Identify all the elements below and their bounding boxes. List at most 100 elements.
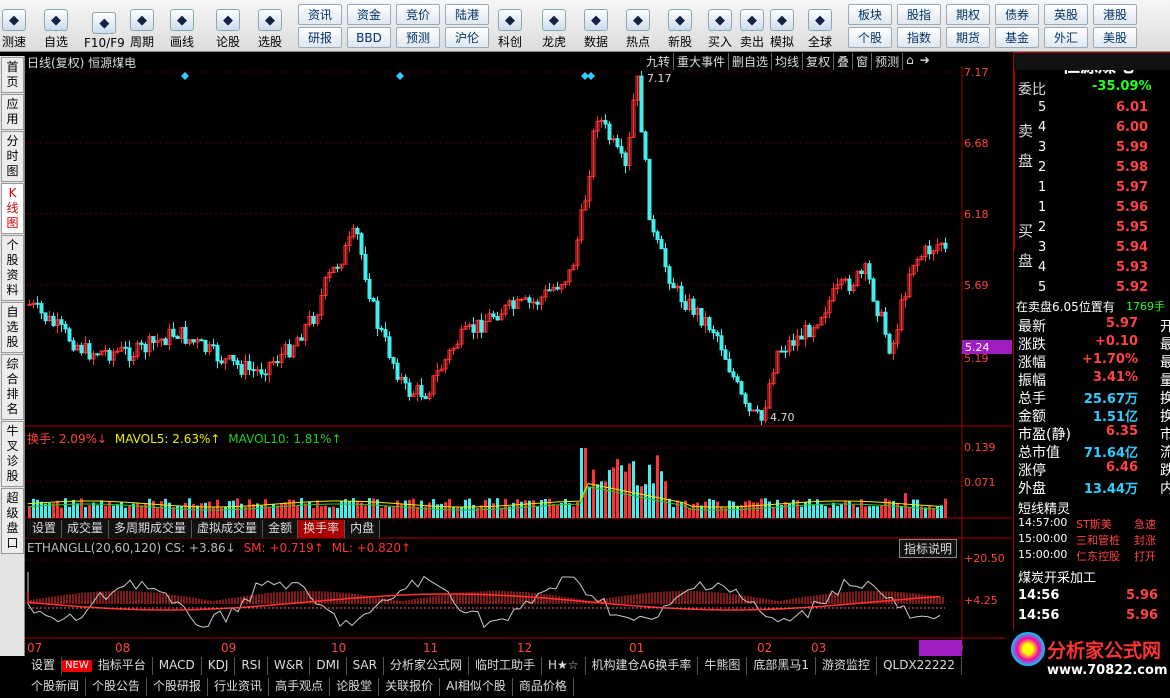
toolbar-14[interactable]: ◆ 模拟 [770, 2, 794, 50]
indicator-tab-1[interactable]: 成交量 [62, 520, 110, 538]
toolbar-btn-btns_d-0[interactable]: 个股 [848, 27, 892, 48]
toolbar-4[interactable]: ◆ 画线 [170, 2, 194, 50]
indicator-tab-6[interactable]: 内盘 [345, 520, 381, 538]
toolbar-3[interactable]: ◆ 周期 [130, 2, 154, 50]
toolbar-15[interactable]: ◆ 全球 [808, 2, 832, 50]
toolbar-btn-btns_c-2[interactable]: 期权 [946, 4, 990, 25]
toolbar-btn-btns_a-2[interactable]: 竞价 [396, 4, 440, 25]
new-badge[interactable]: NEW [62, 660, 92, 672]
indicator-tab-3[interactable]: 虚拟成交量 [192, 520, 264, 538]
left-tab-6[interactable]: 综合排名 [1, 354, 24, 420]
toolbar-btn-btns_b-1[interactable]: BBD [347, 27, 391, 48]
indicator-bar-item[interactable]: 分析家公式网 [384, 657, 469, 675]
volume-bar [328, 507, 331, 518]
toolbar-btn-btns_d-4[interactable]: 外汇 [1044, 27, 1088, 48]
left-tab-0[interactable]: 首页 [1, 57, 24, 93]
toolbar-btn-btns_d-1[interactable]: 指数 [897, 27, 941, 48]
indicator-bar-item[interactable]: QLDX22222 [877, 657, 962, 675]
toolbar-btn-btns_b-3[interactable]: 沪伦 [445, 27, 489, 48]
indicator-bar-item[interactable]: MACD [153, 657, 202, 675]
volume-bar [144, 503, 147, 518]
toolbar-btn-btns_d-3[interactable]: 基金 [995, 27, 1039, 48]
left-tab-7[interactable]: 牛叉诊股 [1, 421, 24, 487]
indicator-tab-5[interactable]: 换手率 [298, 520, 346, 538]
toolbar-10[interactable]: ◆ 热点 [626, 2, 650, 50]
kline-chart[interactable]: 日线(复权) 恒源煤电 九转 重大事件 删自选 均线 复权叠窗预测 ⌂ ➔ 7.17 6.68… [25, 52, 1012, 657]
indicator-bar-item[interactable]: 机构建仓A6换手率 [586, 657, 699, 675]
indicator-bar-item[interactable]: 游资监控 [816, 657, 878, 675]
indicator-bar-item[interactable]: KDJ [202, 657, 236, 675]
toolbar-0[interactable]: ◆ 测速 [2, 2, 26, 50]
toolbar-label: 数据 [584, 35, 609, 49]
toolbar-btn-btns_c-0[interactable]: 板块 [848, 4, 892, 25]
toolbar-2[interactable]: ◆ F10/F9 [84, 2, 125, 50]
toolbar-btn-btns_c-3[interactable]: 债券 [995, 4, 1039, 25]
toolbar-6[interactable]: ◆ 选股 [258, 2, 282, 50]
buy-price: 5.93 [1116, 260, 1149, 275]
indicator-tab-0[interactable]: 设置 [27, 520, 63, 538]
left-tab-8[interactable]: 超级盘口 [1, 488, 24, 554]
indicator-tab-2[interactable]: 多周期成交量 [109, 520, 193, 538]
left-tab-2[interactable]: 分时图 [1, 131, 24, 182]
info-bar-item[interactable]: 个股新闻 [25, 678, 87, 696]
toolbar-btn-btns_b-2[interactable]: 预测 [396, 27, 440, 48]
left-tab-3[interactable]: K线图 [1, 183, 24, 234]
volume-bar [876, 506, 879, 518]
volume-bar [864, 506, 867, 518]
volume-bar [344, 499, 347, 518]
left-tab-4[interactable]: 个股资料 [1, 235, 24, 301]
left-tab-1[interactable]: 应用 [1, 94, 24, 130]
toolbar-btn-btns_c-4[interactable]: 英股 [1044, 4, 1088, 25]
indicator-tabs: 设置 成交量 多周期成交量 虚拟成交量 金额 换手率 内盘 [27, 520, 381, 538]
toolbar-7[interactable]: ◆ 科创 [498, 2, 522, 50]
indicator-bar-item[interactable]: 底部黑马1 [747, 657, 817, 675]
volume-bar [296, 505, 299, 518]
toolbar-btn-btns_b-0[interactable]: 研报 [298, 27, 342, 48]
toolbar-btn-btns_c-1[interactable]: 股指 [897, 4, 941, 25]
volume-bar [40, 501, 43, 518]
indicator-bar-item[interactable]: DMI [310, 657, 347, 675]
indicator-bar-item[interactable]: 牛熊图 [698, 657, 748, 675]
toolbar-5[interactable]: ◆ 论股 [216, 2, 240, 50]
info-bar-item[interactable]: 高手观点 [269, 678, 331, 696]
left-tab-5[interactable]: 自选股 [1, 302, 24, 353]
toolbar-btn-btns_d-2[interactable]: 期货 [946, 27, 990, 48]
info-bar-item[interactable]: 关联报价 [379, 678, 441, 696]
indicator-bar-item[interactable]: 临时工助手 [469, 657, 542, 675]
indicator-bar-item[interactable]: 设置 [25, 657, 63, 675]
info-bar-item[interactable]: AI相似个股 [440, 678, 513, 696]
indicator-help-button[interactable]: 指标说明 [899, 539, 958, 558]
toolbar-8[interactable]: ◆ 龙虎 [542, 2, 566, 50]
info-bar-item[interactable]: 商品价格 [513, 678, 574, 696]
indicator-bar-item[interactable]: SAR [347, 657, 384, 675]
indicator-bar-item[interactable]: H★☆ [542, 657, 586, 675]
toolbar-btn-btns_c-5[interactable]: 港股 [1093, 4, 1137, 25]
vol-tick-1: 0.071 [964, 476, 996, 489]
volume-bar [700, 505, 703, 518]
indicator-bar-item[interactable]: 指标平台 [92, 657, 153, 675]
low-label: 4.70 [770, 411, 795, 424]
toolbar-btn-btns_a-0[interactable]: 资讯 [298, 4, 342, 25]
info-bar-item[interactable]: 行业资讯 [208, 678, 270, 696]
toolbar-13[interactable]: ◆ 卖出 [740, 2, 764, 50]
toolbar-12[interactable]: ◆ 买入 [708, 2, 732, 50]
event-diamond-icon [587, 72, 595, 80]
volume-bar [420, 500, 423, 518]
toolbar-11[interactable]: ◆ 新股 [668, 2, 692, 50]
divider [1014, 52, 1170, 53]
indicator-bar-item[interactable]: W&R [268, 657, 311, 675]
toolbar-1[interactable]: ◆ 自选 [44, 2, 68, 50]
info-bar-item[interactable]: 个股公告 [86, 678, 148, 696]
sell-price: 5.99 [1116, 140, 1149, 155]
info-bar-item[interactable]: 论股堂 [330, 678, 380, 696]
toolbar-9[interactable]: ◆ 数据 [584, 2, 608, 50]
toolbar-btn-btns_a-1[interactable]: 资金 [347, 4, 391, 25]
toolbar-btn-btns_a-3[interactable]: 陆港 [445, 4, 489, 25]
toolbar-btn-btns_d-5[interactable]: 美股 [1093, 27, 1137, 48]
indicator-tab-4[interactable]: 金额 [263, 520, 299, 538]
indicator-bar-item[interactable]: RSI [235, 657, 268, 675]
stat-label2: 换 [1160, 409, 1170, 425]
price-tick-2: 6.18 [964, 208, 989, 221]
volume-bar [492, 503, 495, 518]
info-bar-item[interactable]: 个股研报 [147, 678, 209, 696]
